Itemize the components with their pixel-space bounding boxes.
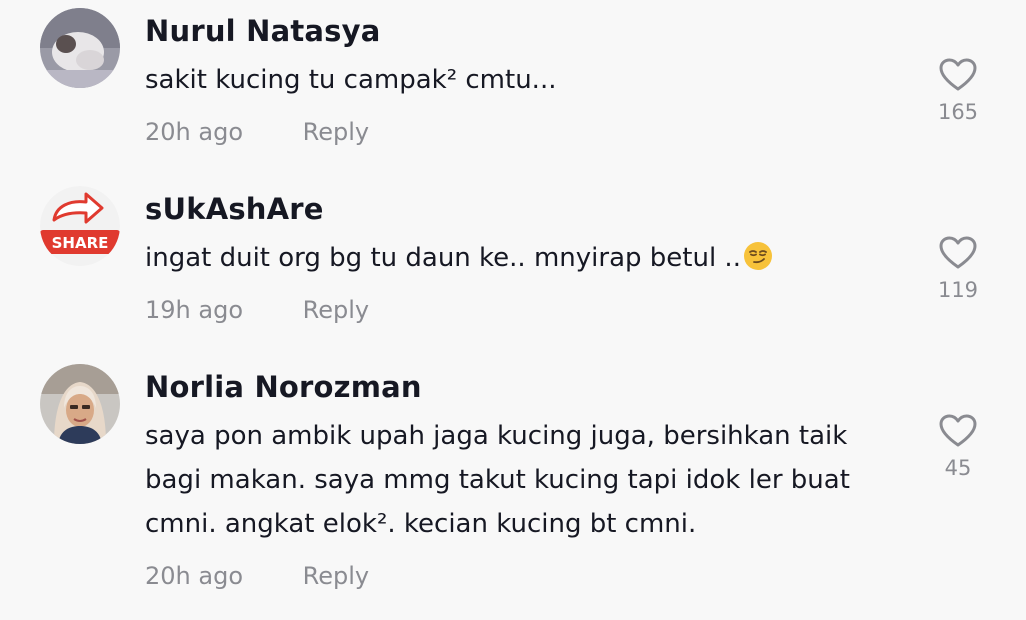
smirking-face-emoji <box>743 242 772 270</box>
like-count: 45 <box>944 456 972 480</box>
username[interactable]: Norlia Norozman <box>145 370 422 404</box>
share-logo-avatar: SHARE <box>40 186 120 266</box>
timestamp: 19h ago <box>145 296 244 324</box>
avatar[interactable] <box>40 8 120 88</box>
like-area: 45 <box>930 414 986 480</box>
comment-text: sakit kucing tu campak² cmtu... <box>145 65 557 95</box>
heart-icon[interactable] <box>939 58 977 92</box>
comment-meta: 19h ago Reply <box>145 296 369 324</box>
avatar[interactable]: SHARE <box>40 186 120 266</box>
comment-meta: 20h ago Reply <box>145 118 369 146</box>
comment-item: Norlia Norozman saya pon ambik upah jaga… <box>0 356 1026 620</box>
reply-button[interactable]: Reply <box>303 118 369 146</box>
comment-text-content: ingat duit org bg tu daun ke.. mnyirap b… <box>145 243 741 273</box>
like-count: 165 <box>937 100 979 124</box>
comment-text: saya pon ambik upah jaga kucing juga, be… <box>145 421 859 539</box>
avatar[interactable] <box>40 364 120 444</box>
username[interactable]: Nurul Natasya <box>145 14 381 48</box>
cat-photo-avatar <box>40 8 120 88</box>
comment-item: Nurul Natasya sakit kucing tu campak² cm… <box>0 0 1026 170</box>
comment-text: ingat duit org bg tu daun ke.. mnyirap b… <box>145 236 905 280</box>
comment-meta: 20h ago Reply <box>145 562 369 590</box>
heart-icon[interactable] <box>939 236 977 270</box>
svg-text:SHARE: SHARE <box>52 234 109 252</box>
person-photo-avatar <box>40 364 120 444</box>
like-area: 119 <box>930 236 986 302</box>
username[interactable]: sUkAshAre <box>145 192 324 226</box>
timestamp: 20h ago <box>145 562 244 590</box>
reply-button[interactable]: Reply <box>303 562 369 590</box>
reply-button[interactable]: Reply <box>303 296 369 324</box>
timestamp: 20h ago <box>145 118 244 146</box>
like-area: 165 <box>930 58 986 124</box>
like-count: 119 <box>937 278 979 302</box>
comment-item: SHARE sUkAshAre ingat duit org bg tu dau… <box>0 178 1026 348</box>
heart-icon[interactable] <box>939 414 977 448</box>
